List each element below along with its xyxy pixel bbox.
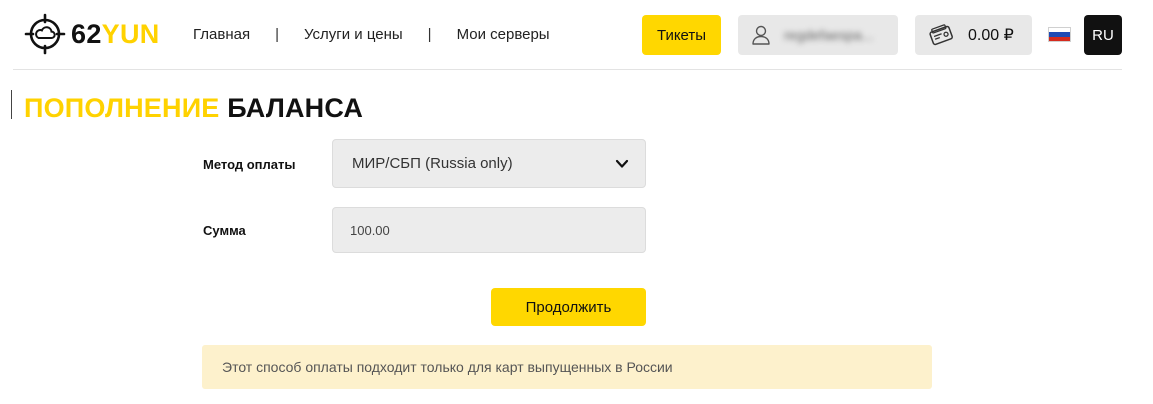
nav-separator: | bbox=[427, 25, 432, 43]
amount-input[interactable] bbox=[332, 207, 646, 253]
logo-text: 62YUN bbox=[71, 13, 160, 55]
logo-number: 62 bbox=[71, 19, 102, 49]
nav-item-my-servers[interactable]: Мои серверы bbox=[457, 26, 550, 43]
title-accent-bar bbox=[11, 90, 12, 119]
page-title-rest: БАЛАНСА bbox=[227, 93, 364, 123]
cloud-globe-logo-icon bbox=[24, 13, 66, 55]
user-icon bbox=[752, 25, 770, 45]
wallet-icon bbox=[929, 24, 953, 46]
payment-notice: Этот способ оплаты подходит только для к… bbox=[202, 345, 932, 389]
page-title-highlight: ПОПОЛНЕНИЕ bbox=[24, 93, 220, 123]
nav-item-home[interactable]: Главная bbox=[193, 26, 250, 43]
user-menu[interactable]: regdefaespa... bbox=[738, 15, 898, 55]
header-divider bbox=[13, 69, 1122, 70]
balance-amount: 0.00 ₽ bbox=[968, 27, 1014, 44]
nav-item-services[interactable]: Услуги и цены bbox=[304, 26, 403, 43]
payment-method-value: МИР/СБП (Russia only) bbox=[352, 155, 513, 172]
language-button[interactable]: RU bbox=[1084, 15, 1122, 55]
main-nav: Главная | Услуги и цены | Мои серверы bbox=[193, 24, 550, 44]
balance-widget[interactable]: 0.00 ₽ bbox=[915, 15, 1032, 55]
russia-flag-icon[interactable] bbox=[1048, 27, 1071, 42]
tickets-button[interactable]: Тикеты bbox=[642, 15, 721, 55]
payment-notice-text: Этот способ оплаты подходит только для к… bbox=[222, 359, 673, 375]
logo-suffix: YUN bbox=[101, 19, 160, 49]
page-title: ПОПОЛНЕНИЕ БАЛАНСА bbox=[24, 93, 363, 123]
chevron-down-icon bbox=[615, 159, 629, 168]
user-name: regdefaespa... bbox=[784, 27, 874, 43]
payment-method-label: Метод оплаты bbox=[203, 157, 296, 172]
logo[interactable]: 62YUN bbox=[24, 13, 160, 55]
amount-label: Сумма bbox=[203, 223, 246, 238]
payment-method-select[interactable]: МИР/СБП (Russia only) bbox=[332, 139, 646, 188]
nav-separator: | bbox=[275, 25, 279, 43]
continue-button[interactable]: Продолжить bbox=[491, 288, 646, 326]
